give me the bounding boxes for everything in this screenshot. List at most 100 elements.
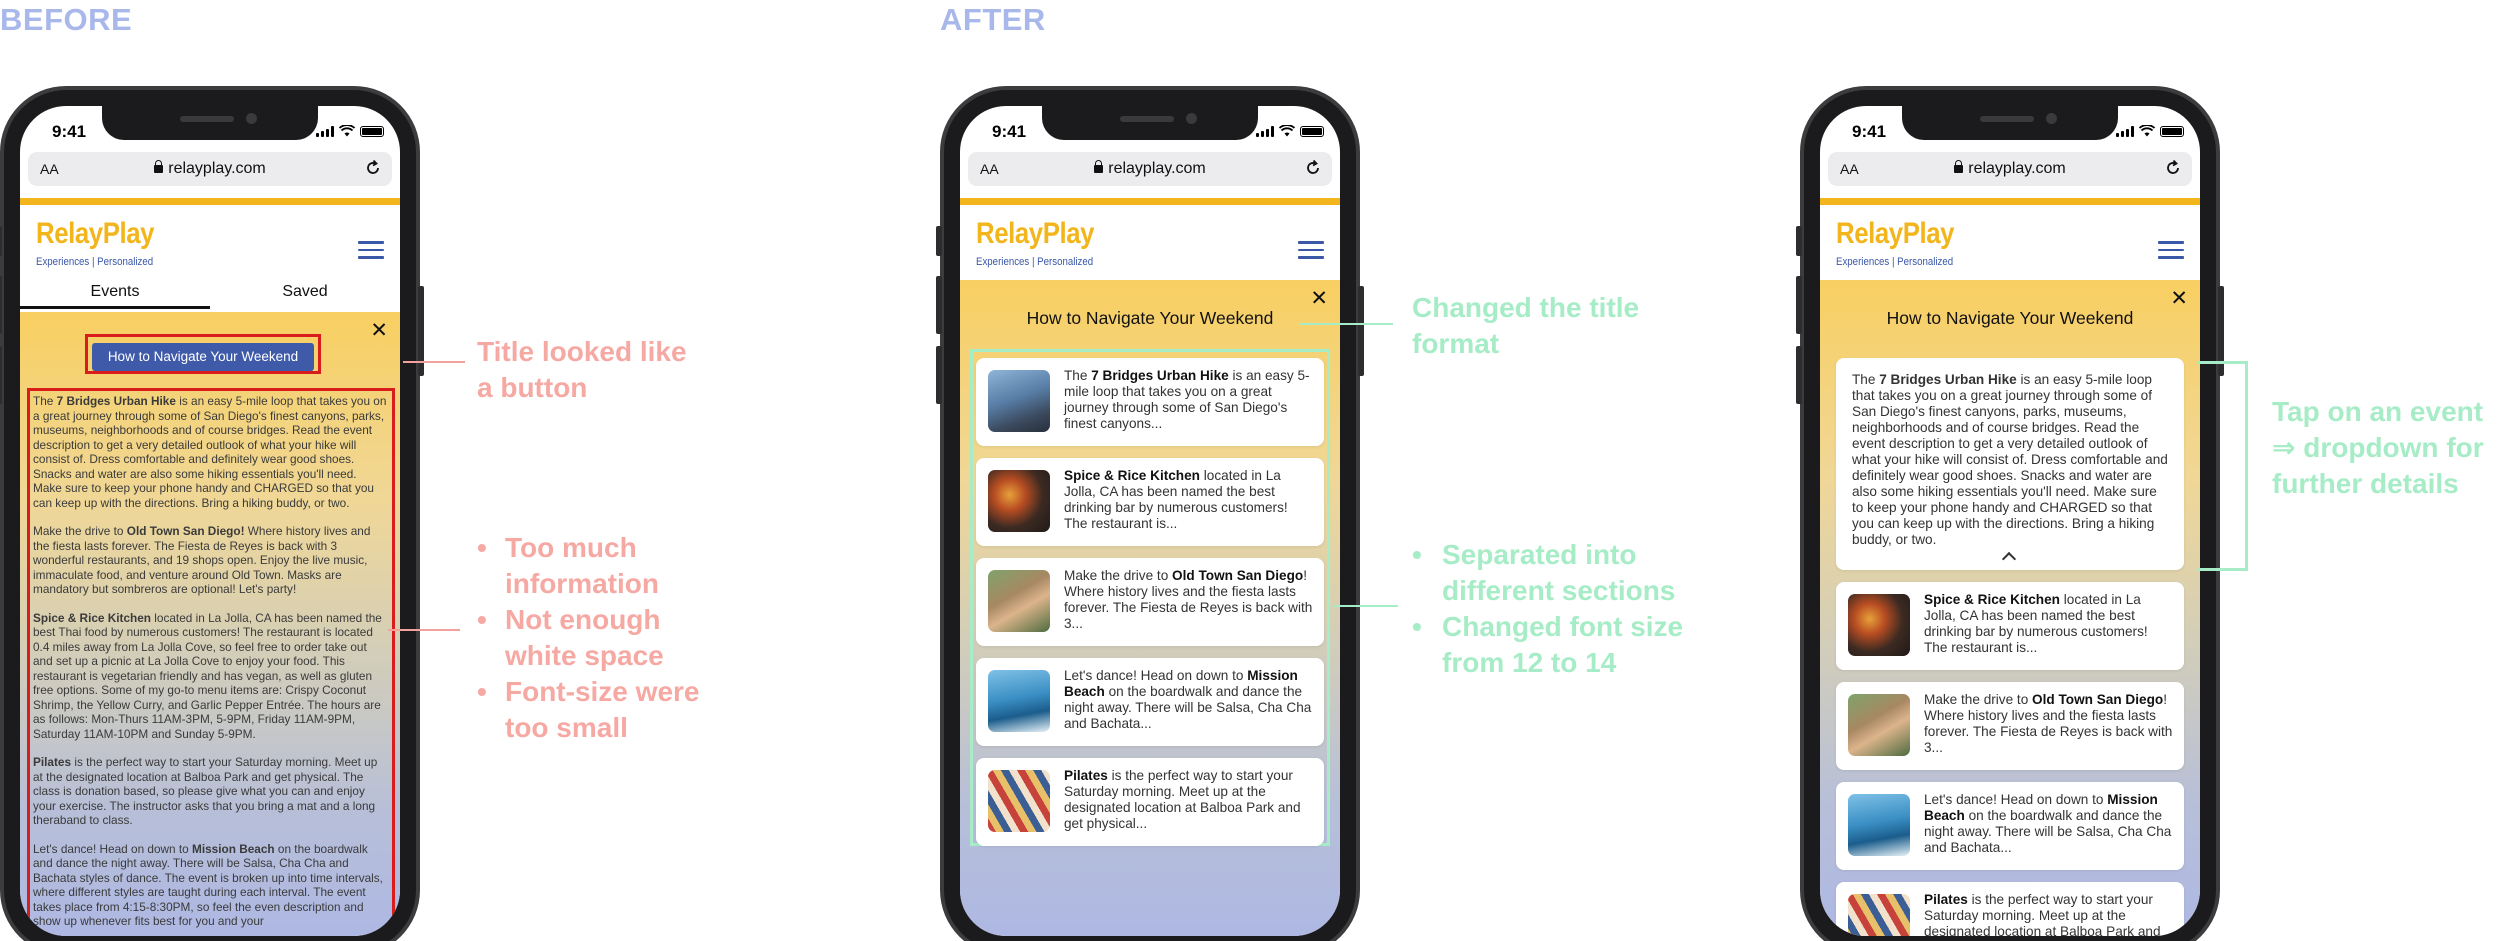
old-town-photo [1848, 694, 1910, 756]
food-photo [1848, 594, 1910, 656]
phone-after-collapsed: 9:41 AA relayplay.com RelayPlay Experien… [936, 86, 1364, 941]
battery-icon [1300, 126, 1324, 137]
annotation-bracket [2198, 361, 2248, 571]
menu-icon[interactable] [1298, 241, 1324, 259]
paragraph: Make the drive to Old Town San Diego! Wh… [33, 524, 371, 596]
logo[interactable]: RelayPlay [36, 217, 154, 251]
menu-icon[interactable] [2158, 241, 2184, 259]
status-time: 9:41 [992, 122, 1027, 141]
reload-icon[interactable] [364, 159, 382, 177]
event-card[interactable]: Make the drive to Old Town San Diego! Wh… [1836, 682, 2184, 770]
event-summary: Spice & Rice Kitchen located in La Jolla… [1924, 592, 2148, 655]
logo[interactable]: RelayPlay [976, 217, 1094, 251]
url-text: relayplay.com [1968, 160, 2066, 177]
lock-icon [1954, 160, 1964, 173]
tab-events[interactable]: Events [20, 277, 210, 309]
event-card[interactable]: Pilates is the perfect way to start your… [1836, 882, 2184, 936]
lock-icon [154, 160, 164, 173]
annotation-connector [403, 361, 465, 363]
before-label: BEFORE [0, 2, 133, 37]
battery-icon [360, 126, 384, 137]
tagline: Experiences | Personalized [36, 256, 154, 268]
tab-saved[interactable]: Saved [210, 277, 400, 301]
address-bar[interactable]: AA relayplay.com [968, 152, 1332, 186]
reload-icon[interactable] [2164, 159, 2182, 177]
event-summary: Pilates is the perfect way to start your… [1924, 892, 2161, 936]
url-text: relayplay.com [1108, 160, 1206, 177]
annotation-bullet: Changed font size from 12 to 14 [1442, 611, 1684, 678]
screen: 9:41 AA relayplay.com RelayPlay Experien… [960, 106, 1340, 936]
reload-icon[interactable] [1304, 159, 1322, 177]
close-icon[interactable]: ✕ [370, 318, 388, 343]
battery-icon [2160, 126, 2184, 137]
paragraph: Spice & Rice Kitchen located in La Jolla… [33, 610, 382, 741]
navigate-weekend-button[interactable]: How to Navigate Your Weekend [92, 343, 314, 371]
site-header: RelayPlay Experiences | Personalized [1820, 205, 2200, 277]
weekend-panel: ✕ How to Navigate Your Weekend The 7 Bri… [1820, 280, 2200, 936]
event-card[interactable]: Make the drive to Old Town San Diego! Wh… [976, 558, 1324, 646]
signal-icon [316, 126, 334, 137]
old-town-photo [988, 570, 1050, 632]
food-photo [988, 470, 1050, 532]
event-description: The 7 Bridges Urban Hike is an easy 5-mi… [1852, 372, 2168, 547]
status-time: 9:41 [52, 122, 87, 141]
event-card[interactable]: Let's dance! Head on down to Mission Bea… [1836, 782, 2184, 870]
tagline: Experiences | Personalized [1836, 256, 1954, 268]
address-bar[interactable]: AA relayplay.com [1828, 152, 2192, 186]
event-card-expanded[interactable]: The 7 Bridges Urban Hike is an easy 5-mi… [1836, 358, 2184, 570]
menu-icon[interactable] [358, 241, 384, 259]
hiking-photo [988, 370, 1050, 432]
phone-before: 9:41 AA relayplay.com RelayPlay Experien… [0, 86, 424, 941]
wifi-icon [1279, 125, 1295, 137]
after-label: AFTER [940, 2, 1046, 37]
weekend-panel: ✕ How to Navigate Your Weekend The 7 Bri… [960, 280, 1340, 936]
site-header: RelayPlay Experiences | Personalized [960, 205, 1340, 277]
paragraph: The 7 Bridges Urban Hike is an easy 5-mi… [33, 394, 387, 510]
annotation-bullet: Font-size were too small [505, 676, 700, 743]
annotation-title: Title looked like a button [477, 336, 687, 403]
annotation-bullet: Separated into different sections [1442, 539, 1676, 606]
paragraph: Pilates is the perfect way to start your… [33, 755, 378, 827]
annotation-connector [1334, 605, 1398, 607]
status-time: 9:41 [1852, 122, 1887, 141]
beach-photo [1848, 794, 1910, 856]
wifi-icon [2139, 125, 2155, 137]
event-summary: The 7 Bridges Urban Hike is an easy 5-mi… [1064, 368, 1310, 431]
event-summary: Make the drive to Old Town San Diego! Wh… [1924, 692, 2173, 755]
screen: 9:41 AA relayplay.com RelayPlay Experien… [1820, 106, 2200, 936]
event-card[interactable]: The 7 Bridges Urban Hike is an easy 5-mi… [976, 358, 1324, 446]
screen: 9:41 AA relayplay.com RelayPlay Experien… [20, 106, 400, 936]
wifi-icon [339, 125, 355, 137]
pilates-photo [988, 770, 1050, 832]
event-summary: Pilates is the perfect way to start your… [1064, 768, 1301, 831]
tab-bar: Events Saved [20, 277, 400, 309]
pilates-photo [1848, 894, 1910, 936]
annotation-connector [388, 629, 460, 631]
site-header: RelayPlay Experiences | Personalized [20, 205, 400, 277]
panel-title: How to Navigate Your Weekend [1026, 308, 1274, 328]
event-summary: Spice & Rice Kitchen located in La Jolla… [1064, 468, 1288, 531]
event-summary: Let's dance! Head on down to Mission Bea… [1924, 792, 2172, 855]
event-summary: Let's dance! Head on down to Mission Bea… [1064, 668, 1312, 731]
signal-icon [2116, 126, 2134, 137]
logo[interactable]: RelayPlay [1836, 217, 1954, 251]
paragraph: Let's dance! Head on down to Mission Bea… [33, 841, 383, 929]
event-summary: Make the drive to Old Town San Diego! Wh… [1064, 568, 1313, 631]
lock-icon [1094, 160, 1104, 173]
annotation-bullet: Too much information [505, 532, 659, 599]
phone-after-expanded: 9:41 AA relayplay.com RelayPlay Experien… [1796, 86, 2224, 941]
chevron-up-icon[interactable] [2001, 551, 2017, 567]
url-text: relayplay.com [168, 160, 266, 177]
panel-title: How to Navigate Your Weekend [1886, 308, 2134, 328]
event-card[interactable]: Spice & Rice Kitchen located in La Jolla… [976, 458, 1324, 546]
event-card[interactable]: Pilates is the perfect way to start your… [976, 758, 1324, 846]
event-card[interactable]: Spice & Rice Kitchen located in La Jolla… [1836, 582, 2184, 670]
annotation-note: Tap on an event ⇒ dropdown for further d… [2272, 396, 2484, 499]
annotation-bullet: Not enough white space [505, 604, 664, 671]
tagline: Experiences | Personalized [976, 256, 1094, 268]
event-text-block: The 7 Bridges Urban Hike is an easy 5-mi… [33, 394, 387, 936]
beach-photo [988, 670, 1050, 732]
weekend-panel: ✕ How to Navigate Your Weekend The 7 Bri… [20, 312, 400, 936]
address-bar[interactable]: AA relayplay.com [28, 152, 392, 186]
event-card[interactable]: Let's dance! Head on down to Mission Bea… [976, 658, 1324, 746]
